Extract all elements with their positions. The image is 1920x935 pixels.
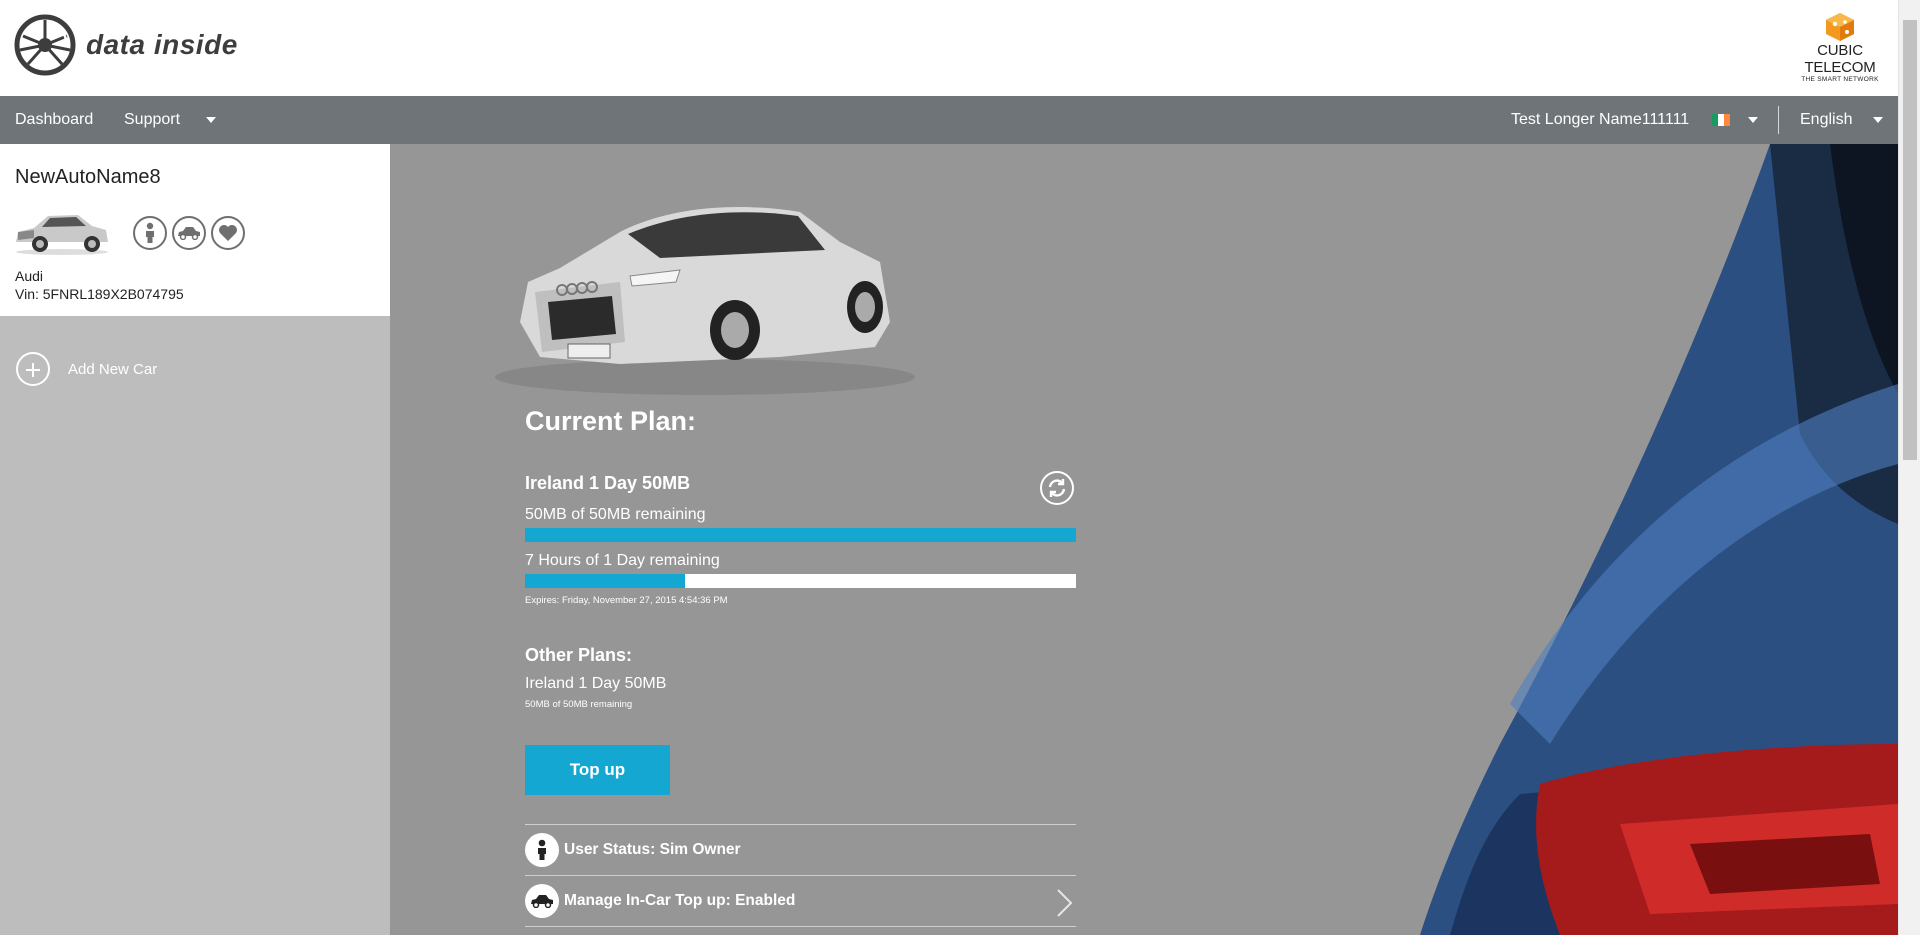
sidebar: NewAutoName8 Audi Vin: 5FNRL189X2B074795…: [0, 144, 410, 935]
car-icon: [525, 884, 559, 918]
hero-car-image: [495, 206, 915, 395]
chevron-right-icon[interactable]: [1054, 888, 1074, 918]
person-icon[interactable]: [133, 216, 167, 250]
plan-name: Ireland 1 Day 50MB: [525, 473, 691, 493]
user-dropdown[interactable]: [1748, 96, 1758, 144]
expires-text: Expires: Friday, November 27, 2015 4:54:…: [525, 595, 728, 606]
scrollbar-thumb[interactable]: [1903, 20, 1917, 460]
main-panel: Current Plan: Ireland 1 Day 50MB 50MB of…: [390, 144, 1898, 935]
person-icon: [525, 833, 559, 867]
car-icon[interactable]: [172, 216, 206, 250]
cube-icon: [1826, 13, 1854, 41]
user-status-label: User Status: Sim Owner: [564, 841, 741, 858]
car-make: Audi: [15, 268, 44, 284]
nav-dashboard[interactable]: Dashboard: [15, 96, 93, 144]
data-progress-fill: [525, 528, 1076, 542]
add-new-car-label: Add New Car: [68, 360, 158, 378]
refresh-icon[interactable]: [1040, 471, 1074, 505]
partner-tagline: THE SMART NETWORK: [1801, 76, 1879, 83]
data-remaining-label: 50MB of 50MB remaining: [525, 506, 706, 523]
time-progress-fill: [525, 574, 685, 588]
brand-name: data inside: [86, 29, 238, 60]
ireland-flag-icon: [1712, 114, 1730, 126]
wheel-logo-icon: [14, 14, 76, 76]
user-status-row[interactable]: User Status: Sim Owner: [525, 824, 1076, 875]
car-vin: Vin: 5FNRL189X2B074795: [15, 286, 184, 302]
manage-topup-row[interactable]: Manage In-Car Top up: Enabled: [525, 875, 1076, 926]
partner-name: CUBIC TELECOM: [1804, 42, 1876, 76]
time-progress-bar: [525, 574, 1076, 588]
header: data inside CUBIC TELECOM THE SMART NETW…: [0, 0, 1898, 96]
current-plan-heading: Current Plan:: [525, 406, 697, 436]
plus-icon: [16, 352, 50, 386]
nav-divider: [1778, 106, 1779, 134]
data-progress-bar: [525, 528, 1076, 542]
car-card[interactable]: NewAutoName8 Audi Vin: 5FNRL189X2B074795: [0, 144, 390, 316]
add-new-car-button[interactable]: Add New Car: [16, 352, 157, 386]
car-name: NewAutoName8: [15, 166, 161, 188]
flag-stripe-orange: [1724, 114, 1730, 126]
scrollbar[interactable]: [1898, 0, 1920, 935]
cubic-telecom-logo[interactable]: CUBIC TELECOM THE SMART NETWORK: [1792, 12, 1888, 83]
top-up-button[interactable]: Top up: [525, 745, 670, 795]
language-dropdown[interactable]: [1873, 96, 1883, 144]
car-thumbnail: [16, 215, 108, 255]
manage-topup-label: Manage In-Car Top up: Enabled: [564, 892, 796, 909]
navbar: Dashboard Support Test Longer Name111111…: [0, 96, 1898, 144]
nav-support[interactable]: Support: [124, 96, 180, 144]
heart-icon[interactable]: [211, 216, 245, 250]
support-dropdown[interactable]: [206, 96, 216, 144]
chevron-down-icon: [206, 116, 216, 123]
data-inside-logo[interactable]: data inside: [14, 14, 238, 76]
user-name[interactable]: Test Longer Name111111: [1511, 96, 1689, 144]
other-plans-heading: Other Plans:: [525, 645, 633, 665]
time-remaining-label: 7 Hours of 1 Day remaining: [525, 552, 720, 569]
chevron-down-icon: [1873, 116, 1883, 123]
row-divider: [525, 926, 1076, 935]
language-selector[interactable]: English: [1800, 96, 1852, 144]
chevron-down-icon: [1748, 116, 1758, 123]
other-plan-name: Ireland 1 Day 50MB: [525, 675, 667, 692]
other-plan-remaining: 50MB of 50MB remaining: [525, 699, 633, 710]
